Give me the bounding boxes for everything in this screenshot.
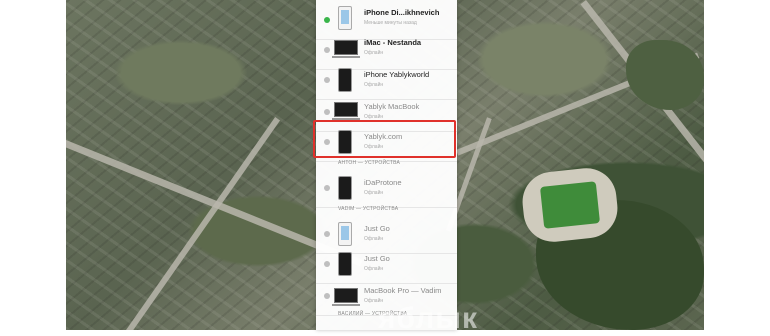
macbook-icon <box>332 288 360 306</box>
device-status: Меньше минуты назад <box>364 20 417 26</box>
macbook-icon <box>332 102 360 120</box>
device-name: iPhone Yablykworld <box>364 70 430 79</box>
iphone-icon <box>338 176 352 200</box>
device-name: Yablyk MacBook <box>364 102 420 111</box>
iphone-icon <box>338 252 352 276</box>
device-list-panel: iPhone Di...ikhnevich Меньше минуты наза… <box>316 0 457 330</box>
iphone-icon <box>338 222 352 246</box>
status-dot <box>324 293 330 299</box>
section-header: АНТОН — УСТРОЙСТВА <box>338 160 401 166</box>
device-status: Офлайн <box>364 236 384 242</box>
device-item[interactable]: iDaProtone Офлайн <box>316 168 457 208</box>
status-dot <box>324 77 330 83</box>
section-header: VADIM — УСТРОЙСТВА <box>338 206 399 212</box>
iphone-icon <box>338 6 352 30</box>
stadium-pitch <box>539 181 601 229</box>
device-status: Офлайн <box>364 190 384 196</box>
watermark: яблык <box>378 302 478 335</box>
status-dot <box>324 109 330 115</box>
map-park <box>626 40 704 110</box>
device-status: Офлайн <box>364 266 384 272</box>
device-name: Just Go <box>364 254 390 263</box>
device-name: MacBook Pro — Vadim <box>364 286 442 295</box>
status-dot <box>324 47 330 53</box>
iphone-icon <box>338 68 352 92</box>
device-name: iMac - Nestanda <box>364 38 422 47</box>
device-name: iDaProtone <box>364 178 402 187</box>
selection-highlight <box>313 120 456 158</box>
status-dot <box>324 231 330 237</box>
status-dot <box>324 261 330 267</box>
device-name: iPhone Di...ikhnevich <box>364 8 440 17</box>
device-name: Just Go <box>364 224 390 233</box>
status-dot <box>324 185 330 191</box>
device-status: Офлайн <box>364 50 384 56</box>
imac-icon <box>332 40 360 58</box>
status-dot <box>324 17 330 23</box>
device-status: Офлайн <box>364 82 384 88</box>
